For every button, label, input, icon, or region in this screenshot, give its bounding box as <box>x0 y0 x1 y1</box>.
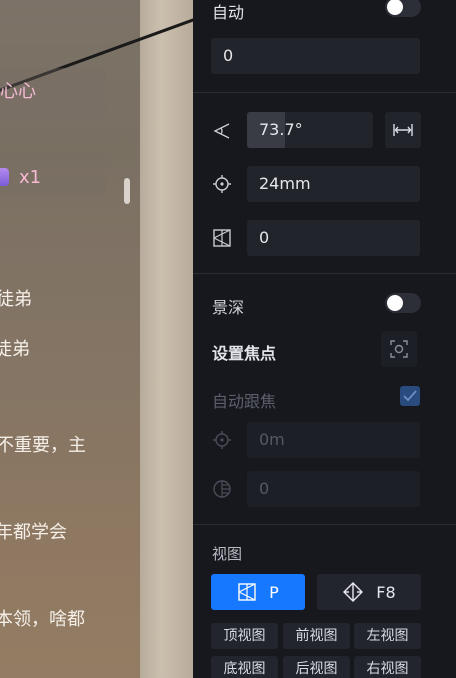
perspective-view-button[interactable]: P <box>211 574 305 610</box>
gift-icon <box>0 168 9 186</box>
wall-column <box>140 0 193 678</box>
auto-label: 自动 <box>212 3 245 22</box>
crosshair-icon <box>211 429 233 451</box>
chat-scrollbar[interactable] <box>124 178 130 204</box>
field-of-view-input[interactable]: 73.7° <box>247 112 373 148</box>
auto-value-input[interactable]: 0 <box>211 38 420 74</box>
front-view-button[interactable]: 前视图 <box>283 623 350 649</box>
focus-target-icon <box>390 340 408 358</box>
chat-line: 本领，啥都 <box>0 609 85 630</box>
checkmark-icon <box>403 390 417 402</box>
back-view-button[interactable]: 后视图 <box>283 656 350 678</box>
auto-follow-focus-checkbox[interactable] <box>400 386 420 406</box>
fit-width-button[interactable] <box>385 112 421 148</box>
divider <box>193 524 456 525</box>
toggle-knob <box>387 0 403 15</box>
camera-settings-panel: 自动 0 73.7° 24mm 0 景深 设置焦点 自动跟焦 0m 0 视图 P… <box>193 0 456 678</box>
divider <box>193 92 456 93</box>
toggle-knob <box>387 295 403 311</box>
depth-of-field-label: 景深 <box>212 298 245 317</box>
chat-line: 心心 <box>0 81 36 102</box>
chat-line: x1 <box>19 167 42 188</box>
chat-bubble <box>0 150 106 198</box>
chat-line: 徒弟 <box>0 289 32 310</box>
aperture-input[interactable]: 0 <box>247 471 420 507</box>
set-focus-button[interactable] <box>381 331 417 367</box>
bottom-view-button[interactable]: 底视图 <box>211 656 278 678</box>
aperture-icon <box>211 478 233 500</box>
chat-line: 徒弟 <box>0 339 30 360</box>
fit-width-icon <box>393 124 413 136</box>
field-of-view-icon <box>211 120 233 142</box>
depth-of-field-toggle[interactable] <box>385 293 421 313</box>
right-view-button[interactable]: 右视图 <box>354 656 421 678</box>
chat-line: 不重要，主 <box>0 435 86 456</box>
camera-angle-icon <box>211 227 233 249</box>
shortcut-view-button[interactable]: F8 <box>317 574 421 610</box>
crosshair-icon <box>211 173 233 195</box>
diamond-view-icon <box>343 582 364 602</box>
chat-line: 年都学会 <box>0 522 67 543</box>
perspective-icon <box>238 583 256 601</box>
angle-input[interactable]: 0 <box>247 220 420 256</box>
set-focus-label: 设置焦点 <box>212 344 277 363</box>
view-section-label: 视图 <box>212 545 243 563</box>
divider <box>193 273 456 274</box>
left-view-button[interactable]: 左视图 <box>354 623 421 649</box>
auto-follow-focus-label: 自动跟焦 <box>212 392 277 411</box>
focal-length-input[interactable]: 24mm <box>247 166 420 202</box>
background-scene: 心心 x1 徒弟 徒弟 不重要，主 年都学会 本领，啥都 <box>0 0 193 678</box>
focus-distance-input[interactable]: 0m <box>247 422 420 458</box>
auto-toggle[interactable] <box>385 0 421 17</box>
top-view-button[interactable]: 顶视图 <box>211 623 278 649</box>
